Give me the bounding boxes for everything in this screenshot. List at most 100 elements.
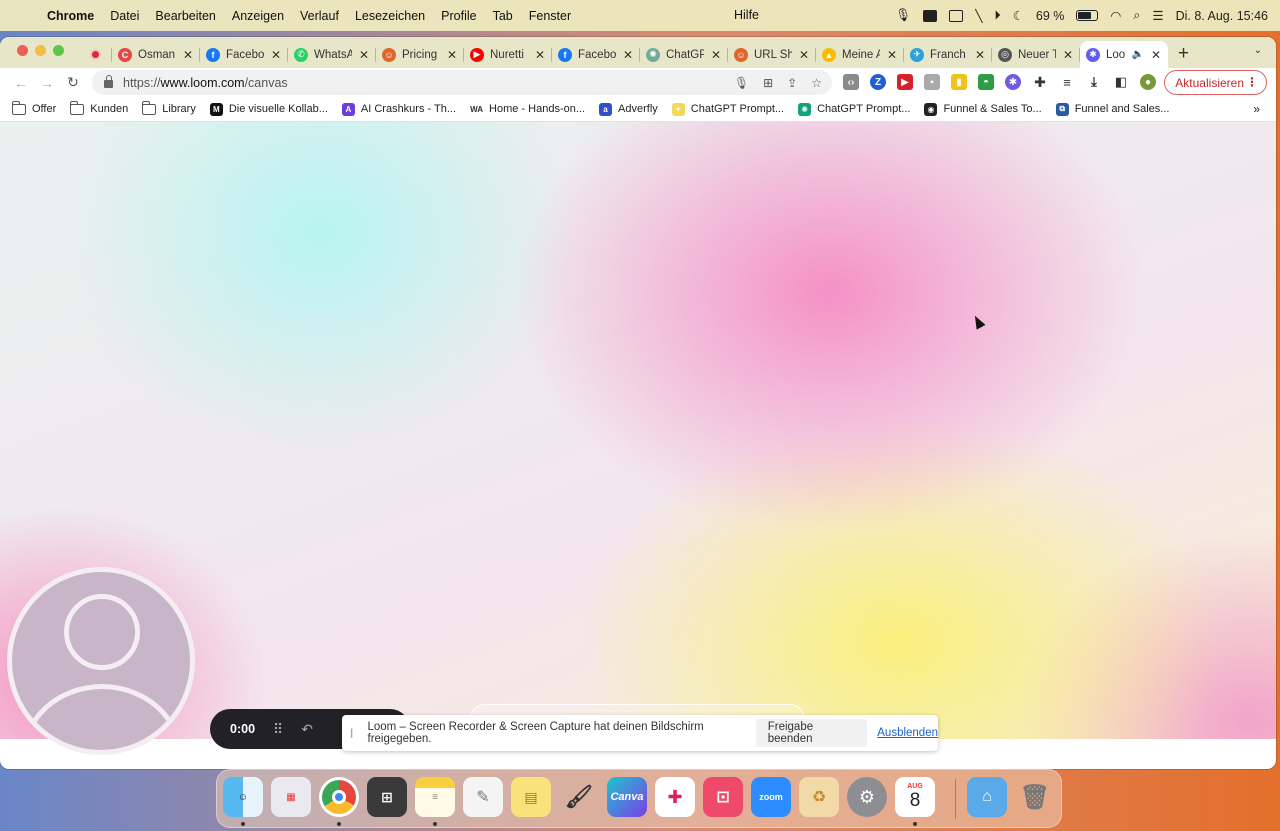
spotlight-search-icon[interactable]: ⌕ [1133,8,1140,23]
bookmark-item[interactable]: WA Home - Hands-on... [470,102,585,116]
translate-icon[interactable]: ⊞ [763,76,773,90]
tab-close-icon[interactable]: ✕ [1150,48,1162,62]
tab-close-icon[interactable]: ✕ [182,48,194,62]
new-tab-button[interactable]: + [1178,43,1189,65]
reload-button[interactable]: ↻ [60,74,86,91]
menu-lesezeichen[interactable]: Lesezeichen [355,9,425,23]
share-icon[interactable]: ⇪ [787,76,797,90]
tab-item[interactable]: f Facebo ✕ [552,41,640,68]
menu-app-name[interactable]: Chrome [47,9,94,23]
hide-banner-link[interactable]: Ausblenden [877,727,938,739]
screen-app-icon[interactable] [923,9,938,22]
menubar-datetime[interactable]: Di. 8. Aug. 15:46 [1176,9,1268,23]
screenshot-tool-icon[interactable]: ⊡ [703,777,743,817]
tab-close-icon[interactable]: ✕ [270,48,282,62]
menu-profile[interactable]: Profile [441,9,476,23]
play-icon[interactable]: ⏵ [994,8,1000,23]
notes-icon[interactable]: ≡ [415,777,455,817]
menu-datei[interactable]: Datei [110,9,139,23]
downloads-folder-icon[interactable]: ⌂ [967,777,1007,817]
pen-icon[interactable]: ╲ [975,9,982,23]
bookmark-star-icon[interactable]: ☆ [811,76,822,90]
close-window-button[interactable] [17,45,28,56]
chrome-icon[interactable] [319,777,359,817]
camera-bubble-avatar[interactable] [7,567,195,755]
calendar-icon[interactable]: AUG 8 [895,777,935,817]
wifi-icon[interactable]: ◠ [1110,8,1121,23]
tab-close-icon[interactable]: ✕ [1062,48,1074,62]
archive-utility-icon[interactable]: ♻ [799,777,839,817]
bookmark-folder[interactable]: Kunden [70,100,128,115]
tab-item[interactable]: ✈ Franch ✕ [904,41,992,68]
calculator-icon[interactable]: ⊞ [367,777,407,817]
loom-canvas[interactable]: 0:00 ⠿ ↶ || Loom – Screen Recorder & Scr… [0,122,1276,755]
paintbrush-icon[interactable]: 🖌 [559,777,599,817]
tab-item[interactable]: ▶ Nuretti ✕ [464,41,552,68]
slack-icon[interactable]: ✚ [655,777,695,817]
menu-fenster[interactable]: Fenster [529,9,571,23]
back-button[interactable]: ← [8,75,34,91]
tab-close-icon[interactable]: ✕ [974,48,986,62]
trash-icon[interactable]: 🗑 [1015,777,1055,817]
tab-item[interactable]: f Facebo ✕ [200,41,288,68]
tab-item[interactable]: ☺ URL Sh ✕ [728,41,816,68]
tab-loom-active[interactable]: ✱ Loo 🔈 ✕ [1080,41,1168,68]
tab-close-icon[interactable]: ✕ [358,48,370,62]
minimize-window-button[interactable] [35,45,46,56]
bookmarks-overflow-icon[interactable]: » [1253,102,1260,116]
moon-icon[interactable]: ☾ [1013,8,1024,23]
tab-close-icon[interactable]: ✕ [886,48,898,62]
bookmark-folder[interactable]: Library [142,100,196,115]
extension-loom-icon[interactable]: ✱ [1005,74,1021,90]
tab-search-chevron-icon[interactable]: ⌄ [1254,45,1262,56]
extension-video-icon[interactable]: ▶ [897,74,913,90]
side-panel-icon[interactable]: ◧ [1113,74,1129,90]
bookmark-item[interactable]: a Adverfly [599,102,658,116]
bookmark-item[interactable]: ⧉ Funnel and Sales... [1055,102,1169,116]
extension-zotero-icon[interactable]: Z [870,74,886,90]
url-text[interactable]: https://www.loom.com/canvas [123,76,288,90]
tab-close-icon[interactable]: ✕ [446,48,458,62]
profile-avatar[interactable]: ● [1140,74,1156,90]
address-bar[interactable]: https://www.loom.com/canvas 🎙 ⊞ ⇪ ☆ [92,70,832,95]
bookmark-item[interactable]: M Die visuelle Kollab... [209,102,328,116]
lock-icon[interactable] [104,74,113,88]
system-settings-icon[interactable]: ⚙ [847,777,887,817]
extension-yellow-icon[interactable]: ▮ [951,74,967,90]
reading-list-icon[interactable]: ≡ [1059,74,1075,90]
tab-close-icon[interactable]: ✕ [622,48,634,62]
tab-close-icon[interactable]: ✕ [534,48,546,62]
canva-icon[interactable]: Canva [607,777,647,817]
bookmark-item[interactable]: ✺ ChatGPT Prompt... [798,102,910,116]
bookmark-item[interactable]: ✦ ChatGPT Prompt... [671,102,784,116]
control-center-icon[interactable]: ☰ [1152,8,1163,23]
tab-recording-indicator[interactable] [84,41,112,68]
menu-bearbeiten[interactable]: Bearbeiten [155,9,215,23]
voice-search-icon[interactable]: 🎙 [734,76,749,90]
zoom-icon[interactable]: zoom [751,777,791,817]
maximize-window-button[interactable] [53,45,64,56]
tab-item[interactable]: ◎ Neuer T ✕ [992,41,1080,68]
menu-hilfe[interactable]: Hilfe [734,8,759,22]
textedit-icon[interactable]: ✎ [463,777,503,817]
more-vert-icon[interactable]: ⋮ [1246,75,1258,89]
extensions-puzzle-icon[interactable]: ✚ [1032,74,1048,90]
finder-icon[interactable]: ☺ [223,777,263,817]
extension-code-icon[interactable]: ‹› [843,74,859,90]
stop-sharing-button[interactable]: Freigabe beenden [755,719,868,747]
tab-item[interactable]: ▲ Meine A ✕ [816,41,904,68]
bookmark-folder[interactable]: Offer [12,100,56,115]
tab-close-icon[interactable]: ✕ [710,48,722,62]
menu-anzeigen[interactable]: Anzeigen [232,9,284,23]
microphone-icon[interactable]: 🎙 [895,8,911,23]
bookmark-item[interactable]: A AI Crashkurs - Th... [341,102,456,116]
extension-glasses-icon[interactable]: ◓ [978,74,994,90]
update-chrome-button[interactable]: Aktualisieren ⋮ [1164,70,1267,95]
tab-item[interactable]: ✆ WhatsA ✕ [288,41,376,68]
extension-grey-icon[interactable]: ▪ [924,74,940,90]
drag-handle-icon[interactable]: || [350,728,358,739]
drawing-grid-icon[interactable]: ⠿ [273,721,283,738]
download-icon[interactable]: ⤓ [1086,74,1102,90]
undo-icon[interactable]: ↶ [301,721,313,738]
menu-tab[interactable]: Tab [493,9,513,23]
